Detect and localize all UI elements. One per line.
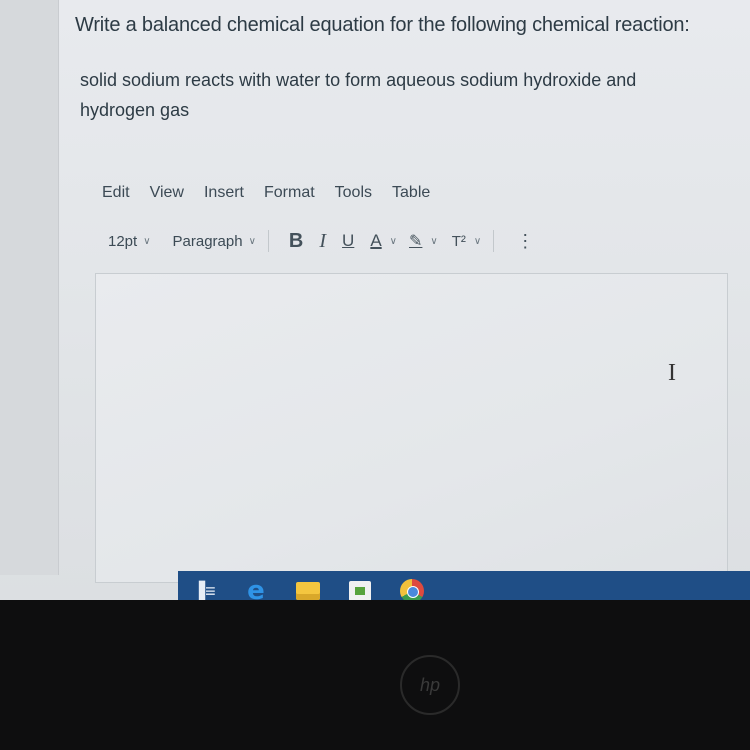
italic-button[interactable]: I	[319, 230, 326, 253]
store-icon[interactable]	[346, 578, 374, 600]
chevron-down-icon: ∨	[143, 235, 151, 247]
block-format-value: Paragraph	[172, 232, 243, 250]
font-size-value: 12pt	[108, 232, 138, 250]
chevron-down-icon: ∨	[473, 235, 482, 247]
file-explorer-icon[interactable]	[294, 578, 322, 600]
text-color-button[interactable]: A ∨	[362, 231, 397, 251]
editor-toolbar: 12pt ∨ Paragraph ∨ B I U A ∨ ✎ ∨ T² ∨ ⋮	[108, 228, 542, 254]
font-size-select[interactable]: 12pt ∨	[108, 233, 151, 250]
toolbar-divider	[267, 230, 269, 252]
chevron-down-icon: ∨	[389, 235, 397, 247]
menu-format[interactable]: Format	[264, 184, 315, 202]
menu-tools[interactable]: Tools	[335, 184, 372, 202]
highlight-icon: ✎	[409, 233, 423, 250]
laptop-bezel	[0, 600, 750, 750]
windows-taskbar: ▐≡ e	[178, 571, 750, 600]
chevron-down-icon: ∨	[430, 235, 438, 247]
menu-insert[interactable]: Insert	[204, 184, 244, 202]
menu-table[interactable]: Table	[392, 184, 430, 202]
bold-button[interactable]: B	[289, 230, 303, 253]
highlight-color-button[interactable]: ✎ ∨	[407, 231, 438, 251]
superscript-button[interactable]: T² ∨	[450, 233, 482, 250]
toolbar-divider	[493, 230, 495, 252]
editor-menubar: Edit View Insert Format Tools Table	[102, 184, 450, 202]
superscript-icon: T²	[451, 232, 466, 250]
chrome-icon[interactable]	[398, 578, 426, 600]
chevron-down-icon: ∨	[248, 235, 256, 247]
text-color-icon: A	[370, 231, 382, 250]
screen: Write a balanced chemical equation for t…	[0, 0, 750, 600]
underline-button[interactable]: U	[342, 231, 354, 251]
question-prompt: solid sodium reacts with water to form a…	[80, 70, 637, 120]
more-options-icon[interactable]: ⋮	[516, 231, 534, 252]
left-gutter	[0, 0, 59, 575]
laptop-logo: hp	[400, 655, 460, 715]
text-cursor-icon: I	[668, 360, 676, 386]
menu-edit[interactable]: Edit	[102, 184, 130, 202]
menu-view[interactable]: View	[150, 184, 184, 202]
block-format-select[interactable]: Paragraph ∨	[173, 233, 256, 250]
answer-editor[interactable]	[95, 273, 728, 583]
task-view-icon[interactable]: ▐≡	[190, 578, 218, 601]
question-title: Write a balanced chemical equation for t…	[75, 14, 690, 36]
edge-icon[interactable]: e	[242, 576, 270, 600]
